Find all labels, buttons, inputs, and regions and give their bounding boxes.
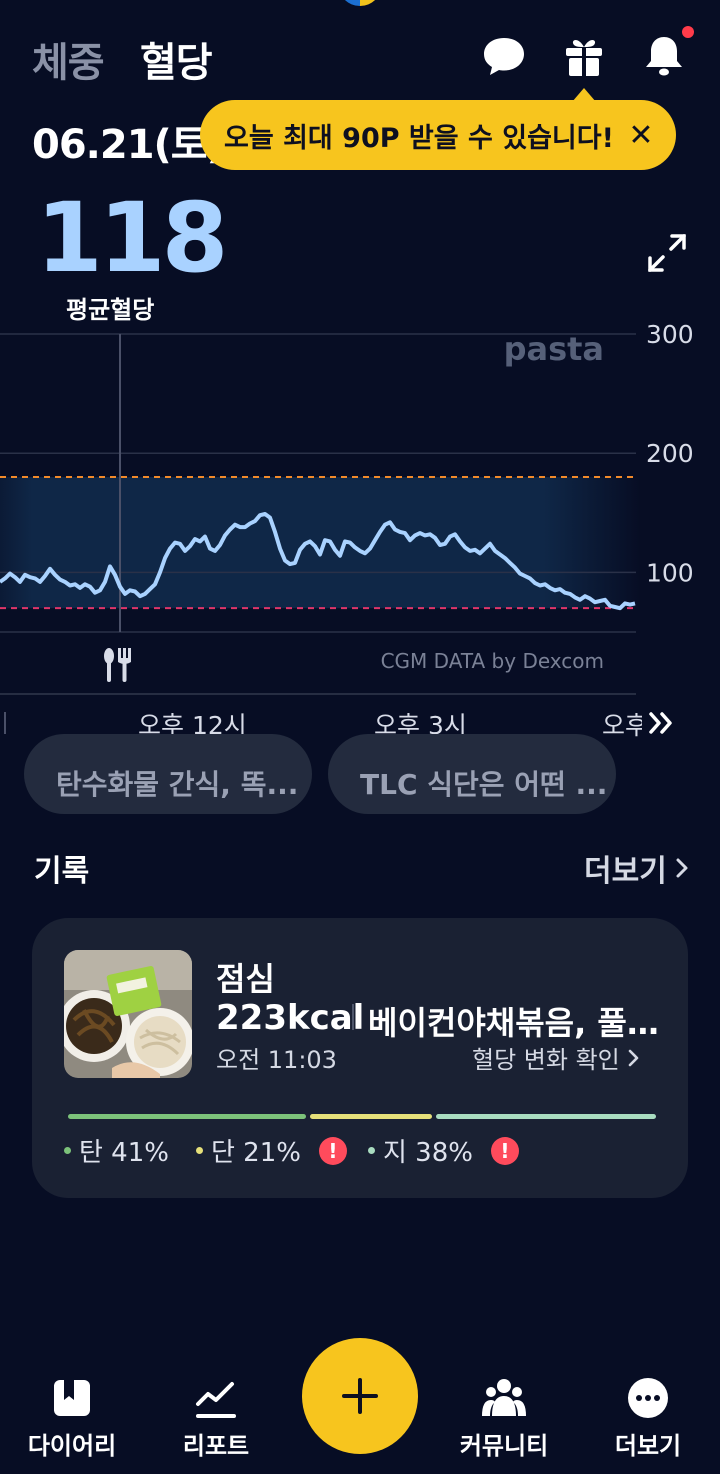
target-range-band — [0, 477, 640, 609]
meal-kcal: 223kcal — [216, 998, 365, 1038]
add-record-button[interactable] — [302, 1338, 418, 1454]
macro-dot — [64, 1147, 71, 1154]
close-icon[interactable]: ✕ — [626, 116, 656, 154]
macro-bar-segment — [435, 1114, 656, 1119]
article-chip-title: TLC 식단은 어떤 ... — [360, 768, 608, 801]
nav-label: 커뮤니티 — [459, 1432, 549, 1460]
diary-icon — [54, 1380, 90, 1416]
bell-icon[interactable] — [640, 32, 688, 80]
more-icon — [628, 1378, 668, 1418]
app-badge-peek — [338, 0, 382, 6]
macro-dot — [368, 1147, 375, 1154]
tooltip-text: 오늘 최대 90P 받을 수 있습니다! — [224, 122, 614, 154]
glucose-chart[interactable]: 300 200 100 pasta CGM DATA by Dexcom — [0, 320, 720, 700]
points-tooltip[interactable]: 오늘 최대 90P 받을 수 있습니다! — [200, 100, 676, 170]
chart-watermark: pasta — [504, 330, 604, 368]
macro-fat-label: 지 38% — [383, 1138, 473, 1168]
chevron-right-icon — [628, 1049, 639, 1066]
meal-foods: 베이컨야채볶음, 풀... — [368, 1004, 660, 1042]
warning-icon[interactable]: ! — [490, 1136, 519, 1165]
notification-dot — [682, 26, 694, 38]
average-glucose-value: 118 — [36, 182, 228, 294]
macro-carb-label: 탄 41% — [79, 1138, 169, 1168]
report-icon — [196, 1382, 236, 1418]
article-chip-title: 탄수화물 간식, 똑... — [56, 768, 299, 801]
time-axis-tick — [4, 712, 6, 734]
date-label[interactable]: 06.21(토) — [32, 112, 225, 170]
cgm-source-label: CGM DATA by Dexcom — [381, 649, 604, 673]
meal-photo[interactable] — [64, 950, 192, 1078]
tab-weight[interactable]: 체중 — [32, 30, 105, 88]
nav-item-community[interactable]: 커뮤니티 — [444, 1376, 564, 1461]
expand-icon[interactable] — [646, 232, 688, 274]
glucose-change-link[interactable]: 혈당 변화 확인 — [472, 1040, 640, 1075]
warning-icon[interactable]: ! — [318, 1136, 347, 1165]
time-label-next: 오후 — [602, 711, 642, 740]
macro-bar-segment — [309, 1114, 432, 1119]
nav-item-report[interactable]: 리포트 — [156, 1376, 276, 1461]
macro-bar-segment — [68, 1114, 306, 1119]
nav-label: 리포트 — [182, 1432, 250, 1460]
meal-icon[interactable] — [104, 648, 131, 682]
macro-protein-label: 단 21% — [211, 1138, 301, 1168]
macro-carb: 탄 41% — [64, 1132, 169, 1169]
y-tick-label: 300 — [646, 320, 694, 349]
macro-protein: 단 21% ! — [196, 1132, 347, 1169]
meal-divider — [352, 1004, 354, 1030]
community-icon — [482, 1379, 526, 1416]
plus-icon — [342, 1378, 378, 1414]
chat-icon[interactable] — [480, 32, 528, 80]
double-chevron-right-icon[interactable] — [646, 708, 676, 738]
more-link-label: 더보기 — [584, 854, 667, 889]
nav-label: 다이어리 — [27, 1432, 117, 1460]
macro-fat: 지 38% ! — [368, 1132, 519, 1169]
gift-icon[interactable] — [560, 32, 608, 80]
tab-glucose[interactable]: 혈당 — [140, 30, 213, 88]
chevron-right-icon — [676, 858, 688, 878]
article-chip[interactable]: TLC 식단은 어떤 ... — [328, 734, 616, 814]
y-tick-label: 100 — [646, 558, 694, 587]
macro-dot — [196, 1147, 203, 1154]
article-chip[interactable]: 탄수화물 간식, 똑... — [24, 734, 312, 814]
records-title: 기록 — [34, 854, 90, 889]
nav-item-diary[interactable]: 다이어리 — [12, 1376, 132, 1461]
y-tick-label: 200 — [646, 439, 694, 468]
nav-item-more[interactable]: 더보기 — [588, 1376, 708, 1461]
glucose-change-label: 혈당 변화 확인 — [472, 1046, 620, 1074]
nav-label: 더보기 — [614, 1432, 682, 1460]
meal-type: 점심 — [216, 960, 275, 998]
records-more-link[interactable]: 더보기 — [584, 846, 691, 890]
meal-time: 오전 11:03 — [216, 1046, 337, 1074]
